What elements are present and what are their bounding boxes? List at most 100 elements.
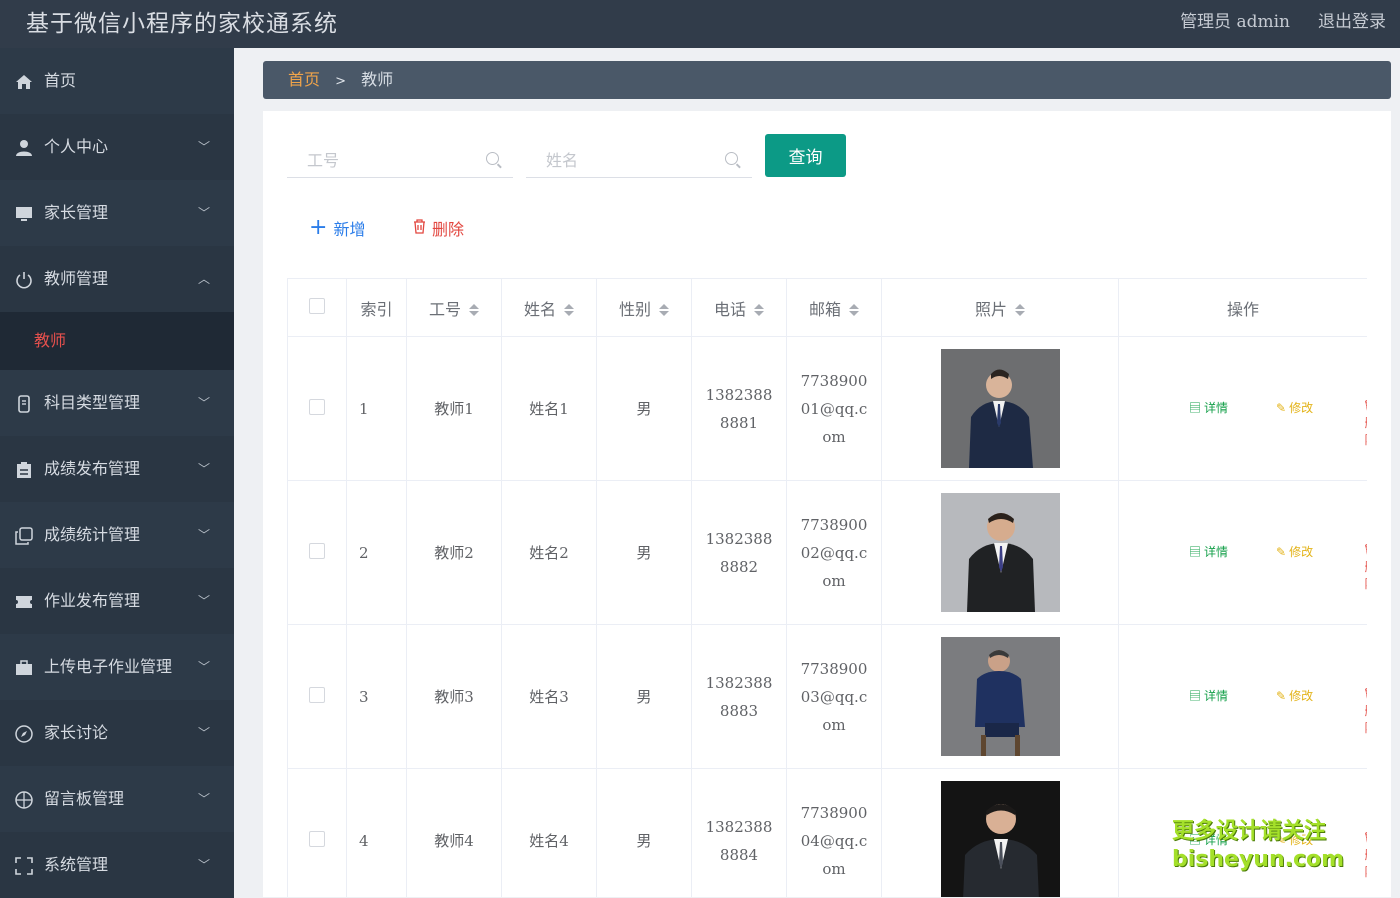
header-photo[interactable]: 照片	[881, 278, 1119, 337]
sidebar-item-parents[interactable]: 家长管理 ﹀	[0, 180, 234, 246]
row-checkbox[interactable]	[309, 830, 325, 847]
trash-icon	[413, 218, 426, 238]
edit-label: 修改	[1289, 689, 1314, 703]
row-name: 姓名2	[501, 480, 597, 625]
chevron-down-icon: ﹀	[197, 528, 210, 542]
sidebar-item-profile[interactable]: 个人中心 ﹀	[0, 114, 234, 180]
sidebar-item-grades-stats[interactable]: 成绩统计管理 ﹀	[0, 502, 234, 568]
row-checkbox[interactable]	[309, 686, 325, 703]
table-header-row: 索引 工号 姓名 性别 电话 邮箱 照片 操作	[287, 278, 1367, 337]
detail-button[interactable]: ▤ 详情	[1189, 399, 1228, 416]
row-phone-cell: 13823888884	[691, 768, 787, 897]
header-name[interactable]: 姓名	[501, 278, 597, 337]
header-id[interactable]: 工号	[406, 278, 502, 337]
sidebar-subitem-teacher[interactable]: 教师	[0, 312, 234, 370]
row-delete-button[interactable]: 🗑 删除	[1363, 399, 1367, 448]
sidebar-item-label: 个人中心	[44, 137, 109, 156]
sidebar-item-label: 成绩统计管理	[44, 525, 141, 544]
header-gender[interactable]: 性别	[596, 278, 692, 337]
name-search-field	[526, 144, 752, 178]
sidebar-item-label: 作业发布管理	[44, 591, 141, 610]
chevron-up-icon: ︿	[197, 272, 210, 286]
sidebar-item-homework-upload[interactable]: 上传电子作业管理 ﹀	[0, 634, 234, 700]
logout-link[interactable]: 退出登录	[1318, 7, 1386, 32]
row-phone-cell: 13823888883	[691, 624, 787, 769]
sidebar-item-grades-publish[interactable]: 成绩发布管理 ﹀	[0, 436, 234, 502]
row-email-cell: 773890003@qq.com	[786, 624, 882, 769]
sidebar-item-discussion[interactable]: 家长讨论 ﹀	[0, 700, 234, 766]
sidebar-item-subjects[interactable]: 科目类型管理 ﹀	[0, 370, 234, 436]
sort-icon[interactable]	[1015, 304, 1025, 316]
edit-button[interactable]: ✎ 修改	[1276, 543, 1313, 560]
row-delete-button[interactable]: 🗑 删除	[1363, 831, 1367, 880]
sidebar: 首页 个人中心 ﹀ 家长管理 ﹀ 教师管理 ︿ 教师 科目类型管理 ﹀ 成绩发布…	[0, 48, 234, 898]
select-all-checkbox[interactable]	[309, 297, 325, 314]
detail-label: 详情	[1204, 401, 1229, 415]
breadcrumb-home[interactable]: 首页	[288, 70, 320, 89]
sidebar-item-label: 家长管理	[44, 203, 109, 222]
delete-button[interactable]: 删除	[413, 216, 464, 240]
header-phone-label: 电话	[713, 299, 746, 319]
sort-icon[interactable]	[754, 304, 764, 316]
sidebar-item-home[interactable]: 首页	[0, 48, 234, 114]
header-id-label: 工号	[428, 299, 461, 319]
edit-label: 修改	[1289, 545, 1314, 559]
query-button[interactable]: 查询	[765, 134, 846, 177]
row-delete-button[interactable]: 🗑 删除	[1363, 687, 1367, 736]
top-right-menu: 管理员 admin 退出登录	[1180, 7, 1386, 32]
row-delete-button[interactable]: 🗑 删除	[1363, 543, 1367, 592]
header-name-label: 姓名	[523, 299, 556, 319]
edit-label: 修改	[1289, 401, 1314, 415]
chevron-down-icon: ﹀	[197, 858, 210, 872]
row-index: 4	[346, 768, 407, 897]
teacher-photo[interactable]	[940, 493, 1060, 612]
row-checkbox[interactable]	[309, 542, 325, 559]
power-icon	[14, 246, 34, 312]
detail-button[interactable]: ▤ 详情	[1189, 543, 1228, 560]
row-id: 教师4	[406, 768, 502, 897]
watermark: 更多设计请关注 bisheyun.com	[1172, 818, 1344, 874]
row-ops: ▤ 详情 ✎ 修改 🗑 删除	[1118, 480, 1367, 625]
edit-button[interactable]: ✎ 修改	[1276, 687, 1313, 704]
plus-icon: +	[309, 215, 328, 240]
admin-label[interactable]: 管理员 admin	[1180, 7, 1290, 32]
id-search-input[interactable]	[305, 144, 484, 176]
teacher-photo[interactable]	[940, 637, 1060, 756]
row-index: 1	[346, 336, 407, 481]
sidebar-item-teachers[interactable]: 教师管理 ︿	[0, 246, 234, 312]
sort-icon[interactable]	[849, 304, 859, 316]
row-id: 教师1	[406, 336, 502, 481]
row-email: 773890002@qq.com	[800, 515, 868, 590]
header-phone[interactable]: 电话	[691, 278, 787, 337]
detail-button[interactable]: ▤ 详情	[1189, 687, 1228, 704]
delete-label: 删除	[1365, 560, 1367, 591]
row-checkbox[interactable]	[309, 398, 325, 415]
compass-icon	[14, 700, 34, 766]
sidebar-item-label: 成绩发布管理	[44, 459, 141, 478]
sort-icon[interactable]	[659, 304, 669, 316]
name-search-input[interactable]	[544, 144, 723, 176]
sort-icon[interactable]	[564, 304, 574, 316]
sidebar-item-homework-publish[interactable]: 作业发布管理 ﹀	[0, 568, 234, 634]
header-index: 索引	[346, 278, 407, 337]
edit-button[interactable]: ✎ 修改	[1276, 399, 1313, 416]
chevron-down-icon: ﹀	[197, 462, 210, 476]
sidebar-item-label: 科目类型管理	[44, 393, 141, 412]
header-email[interactable]: 邮箱	[786, 278, 882, 337]
teacher-photo[interactable]	[940, 781, 1060, 897]
delete-button-label: 删除	[432, 220, 465, 239]
row-photo-cell	[881, 768, 1119, 897]
main-panel: 查询 + 新增 删除 索引 工号 姓名 性别 电话 邮箱	[263, 111, 1391, 897]
row-gender: 男	[596, 480, 692, 625]
ticket-icon	[14, 568, 34, 634]
teacher-photo[interactable]	[940, 349, 1060, 468]
watermark-line-2: bisheyun.com	[1172, 847, 1345, 872]
row-id: 教师3	[406, 624, 502, 769]
sort-icon[interactable]	[469, 304, 479, 316]
sidebar-item-messages[interactable]: 留言板管理 ﹀	[0, 766, 234, 832]
row-gender: 男	[596, 768, 692, 897]
sidebar-item-system[interactable]: 系统管理 ﹀	[0, 832, 234, 898]
table-row: 2 教师2 姓名2 男 13823888882 773890002@qq.com	[287, 480, 1367, 625]
add-button[interactable]: + 新增	[309, 216, 365, 240]
teacher-table-wrapper: 索引 工号 姓名 性别 电话 邮箱 照片 操作 1 教师1 姓名1 男 1382…	[287, 278, 1367, 897]
